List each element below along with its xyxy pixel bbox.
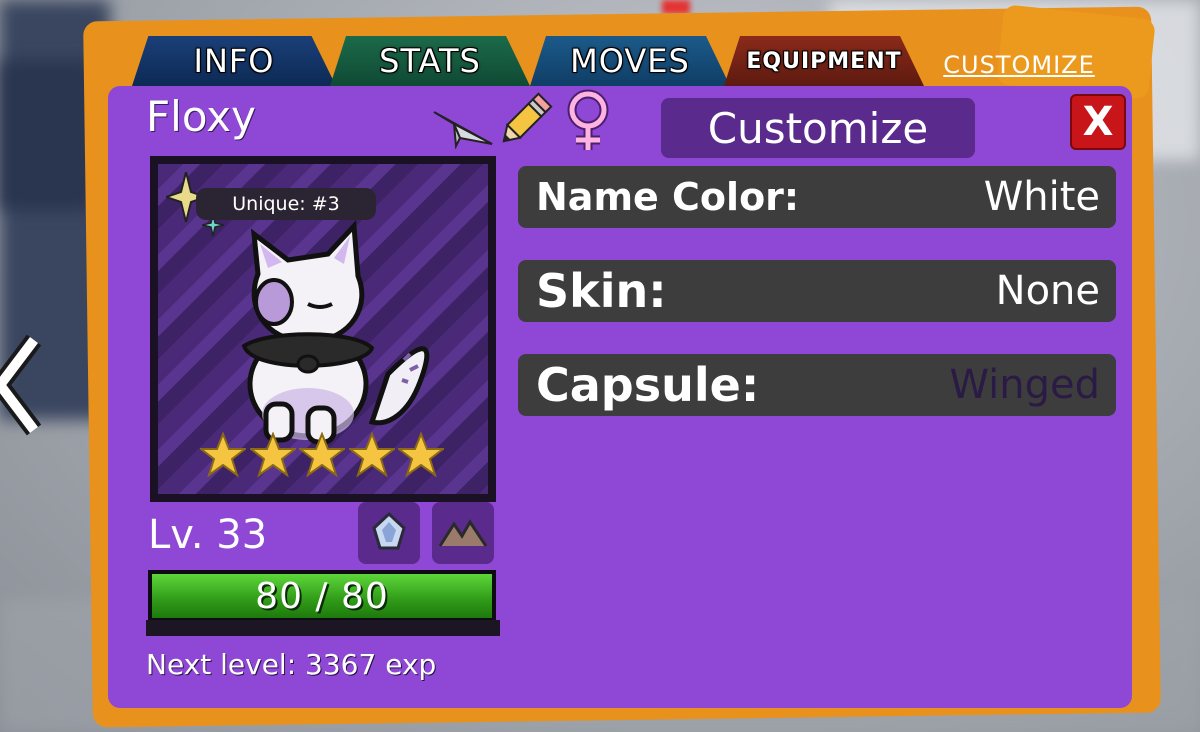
- star-icon: [249, 432, 296, 478]
- hp-text: 80 / 80: [255, 575, 389, 617]
- female-symbol-icon: [567, 89, 609, 150]
- creature-name: Floxy: [146, 92, 256, 141]
- mountain-type-icon[interactable]: [432, 502, 494, 564]
- star-rating: [200, 432, 444, 482]
- name-color-value: White: [983, 174, 1100, 220]
- star-icon: [299, 432, 345, 478]
- close-button[interactable]: X: [1070, 94, 1126, 150]
- skin-row[interactable]: Skin: None: [518, 260, 1116, 322]
- crystal-type-icon[interactable]: [358, 502, 420, 564]
- next-level-text: Next level: 3367 exp: [146, 648, 437, 681]
- name-color-row[interactable]: Name Color: White: [518, 166, 1116, 228]
- skin-label: Skin:: [536, 264, 667, 318]
- star-icon: [398, 432, 444, 478]
- star-icon: [348, 432, 395, 478]
- capsule-label: Capsule:: [536, 358, 760, 412]
- background-red-light: [662, 0, 690, 14]
- tab-info[interactable]: INFO: [132, 36, 336, 86]
- level-label: Lv. 33: [148, 512, 268, 558]
- tab-moves[interactable]: MOVES: [530, 36, 730, 86]
- skin-value: None: [995, 268, 1100, 314]
- paper-plane-icon[interactable]: [432, 94, 494, 150]
- unique-badge: Unique: #3: [196, 188, 376, 220]
- background-window: [0, 60, 95, 210]
- capsule-row[interactable]: Capsule: Winged: [518, 354, 1116, 416]
- left-arrow-icon[interactable]: [0, 330, 64, 440]
- tab-customize[interactable]: CUSTOMIZE: [924, 40, 1114, 90]
- customize-title: Customize: [661, 98, 975, 158]
- pencil-icon[interactable]: [496, 90, 554, 150]
- tab-stats[interactable]: STATS: [330, 36, 530, 86]
- name-color-label: Name Color:: [536, 175, 800, 219]
- capsule-value: Winged: [949, 362, 1100, 408]
- exp-bar: [146, 620, 500, 636]
- tab-equipment[interactable]: EQUIPMENT: [724, 36, 924, 86]
- star-icon: [200, 432, 246, 478]
